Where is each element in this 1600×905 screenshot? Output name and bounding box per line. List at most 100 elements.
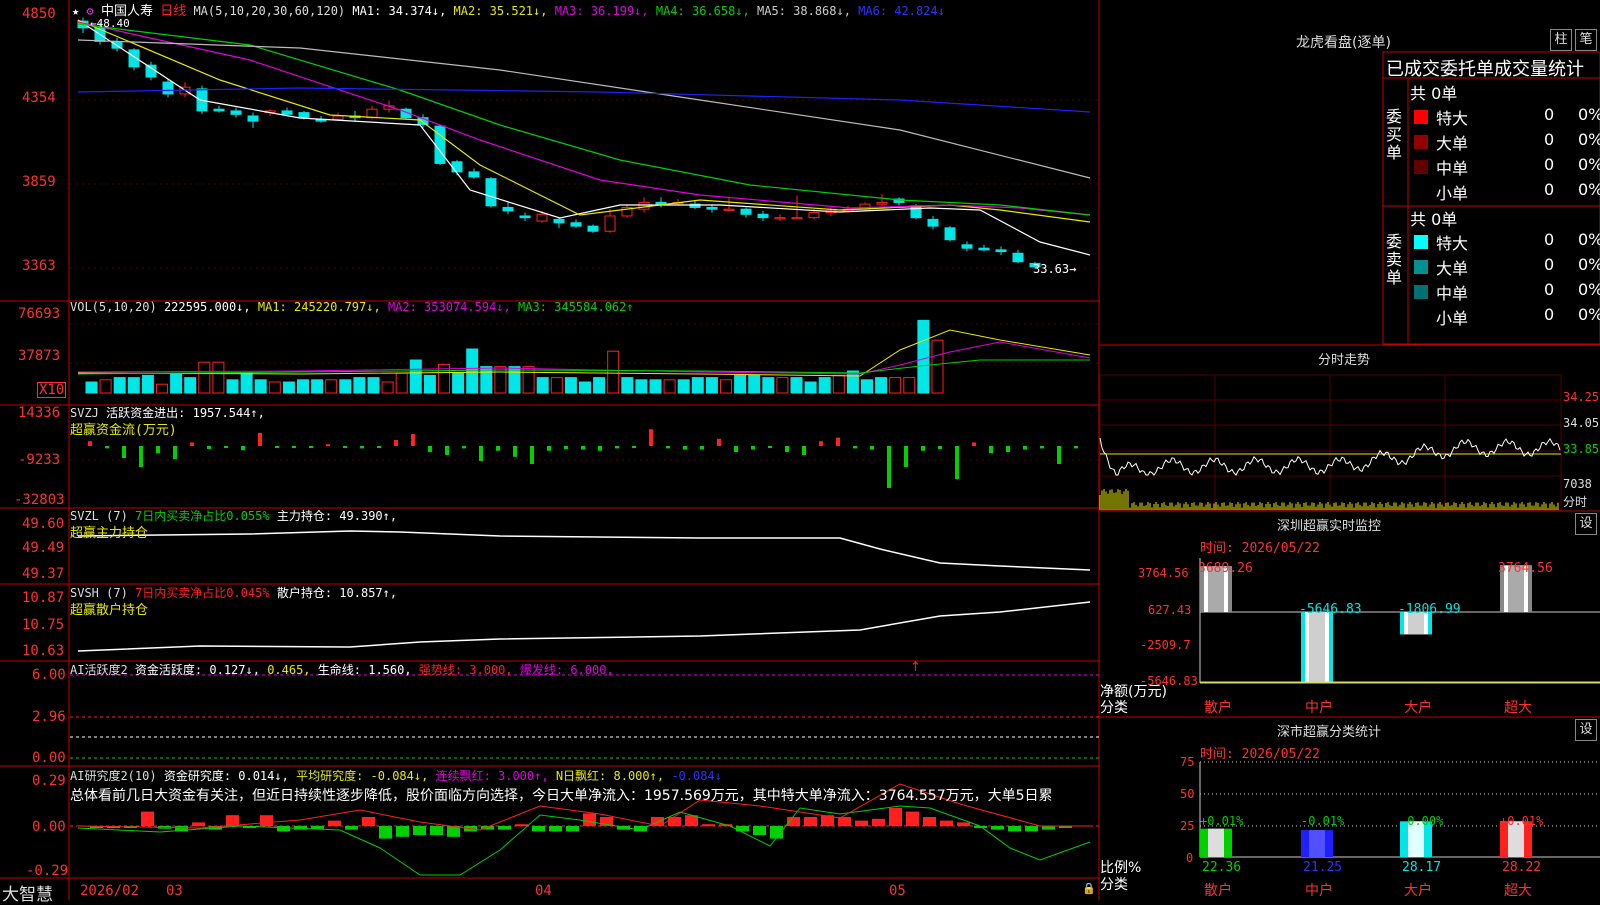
ma-label: MA(5,10,20,30,60,120) [193,4,346,18]
flow-bar [343,446,347,448]
tab-tick-mode[interactable]: 笔 [1575,29,1597,51]
class-change-label: +0.01% [1500,814,1544,828]
sell-row-percent: 0% [1578,230,1600,249]
ai-research-field2: 平均研究度: -0.084↓, [296,769,429,783]
ai-research-axis-label: 0.29 [32,773,66,789]
buy-row-percent: 0% [1578,130,1600,149]
sell-color-swatch [1414,235,1428,249]
volume-bar [99,379,112,394]
volume-bar [395,372,408,394]
price-axis-label: 4850 [22,6,56,22]
intraday-unit-label: 分时 [1563,495,1588,509]
ai-activity-axis-label: 6.00 [32,667,66,683]
volume-bar [536,377,549,394]
class-bar-chart [1199,761,1600,858]
volume-bar [579,381,591,394]
class-category-label: 中户 [1305,883,1333,899]
volume-bar [466,348,479,394]
flow-bar [394,440,398,446]
volume-bar [691,377,704,394]
candle-body [808,212,820,219]
svzj-field: 活跃资金进出: 1957.544↑, [106,406,265,420]
flow-bar [309,446,313,448]
ma6-value: MA6: 42.824↓ [858,4,945,18]
candle-body [553,218,565,224]
intraday-axis-label: 33.85 [1563,442,1600,456]
stock-chart-canvas[interactable] [0,0,1600,900]
candle-body [995,249,1007,253]
lhb-title: 龙虎看盘(逐单) [1296,35,1391,51]
candle-body [366,108,378,119]
period-label[interactable]: 日线 [160,4,186,19]
candle-body [230,110,242,115]
candlestick-series[interactable] [77,17,1041,269]
volume-bar [381,381,394,394]
research-bar [430,826,443,835]
volume-bar [282,381,295,394]
sell-row-name: 中单 [1436,284,1469,303]
candle-body [604,215,616,232]
buy-row-name: 小单 [1436,184,1469,203]
vol-axis-label: 76693 [18,306,61,322]
ai-comment: 总体看前几日大资金有关注，但近日持续性逐步降低，股价面临方向选择，今日大单净流入… [70,788,1053,804]
lock-icon[interactable]: 🔒 [1082,882,1096,895]
research-bar [141,811,154,826]
volume-bar [748,374,761,394]
volume-bar [452,372,465,394]
high-price-value: 48.40 [96,17,130,30]
flow-bar [819,441,823,446]
flow-bar [904,446,908,467]
volume-bar [832,374,845,394]
class-change-label: +0.01% [1200,814,1244,828]
buy-row-percent: 0% [1578,180,1600,199]
candle-body [944,227,956,241]
candle-body [791,217,803,220]
ma-line [77,87,1091,113]
vol-unit-badge[interactable]: X10 [37,382,67,398]
ma3-value: MA3: 36.199↓, [554,4,649,18]
class-settings-button[interactable]: 设 [1575,719,1597,741]
research-bar [260,815,273,826]
flow-bar [632,446,636,448]
vol-panel-header: VOL(5,10,20) 222595.000↓, MA1: 245220.79… [70,300,634,314]
class-bar [1200,828,1232,857]
buy-row-value: 0 [1544,105,1555,124]
class-axis-label: 0 [1186,851,1194,865]
flow-bar [173,446,177,460]
candle-body [332,115,344,120]
research-bar [957,822,970,826]
candle-body [145,64,157,78]
favorite-star-icon[interactable]: ★ [72,4,79,18]
monitor-bar-inner [1309,612,1325,682]
volume-bar [325,379,338,394]
capital-flow-bars[interactable] [88,429,1078,488]
svsh-label: SVSH (7) [70,586,128,600]
ai-research-label: AI研究度2(10) [70,769,157,783]
svzl-axis-label: 49.37 [22,566,65,582]
intraday-chart[interactable] [1099,374,1562,511]
volume-bars[interactable] [77,319,1091,394]
flow-bar [989,446,993,454]
ma5-value: MA5: 38.868↓, [757,4,851,18]
flow-bar [921,446,925,451]
candle-body [468,171,480,178]
price-axis-label: 4354 [22,90,56,106]
volume-bar [550,377,563,394]
monitor-settings-button[interactable]: 设 [1575,513,1597,535]
volume-bar [734,374,747,394]
flow-bar [156,446,160,454]
ma-line [77,23,1091,216]
flow-bar [241,446,245,451]
volume-bar [861,379,873,394]
candle-body [740,208,752,215]
ai-activity-field5: 爆发线: 6.000, [519,663,614,677]
flow-bar [275,446,279,448]
research-bar [532,826,545,832]
flow-bar [853,446,857,449]
monitor-bar-edge [1301,612,1305,682]
gear-icon[interactable]: ⚙ [86,4,93,18]
research-bar [1042,826,1055,830]
tab-bar-mode[interactable]: 柱 [1550,29,1572,51]
svzl-subtitle: 超赢主力持仓 [70,526,149,541]
class-value-label: 22.36 [1202,860,1242,875]
